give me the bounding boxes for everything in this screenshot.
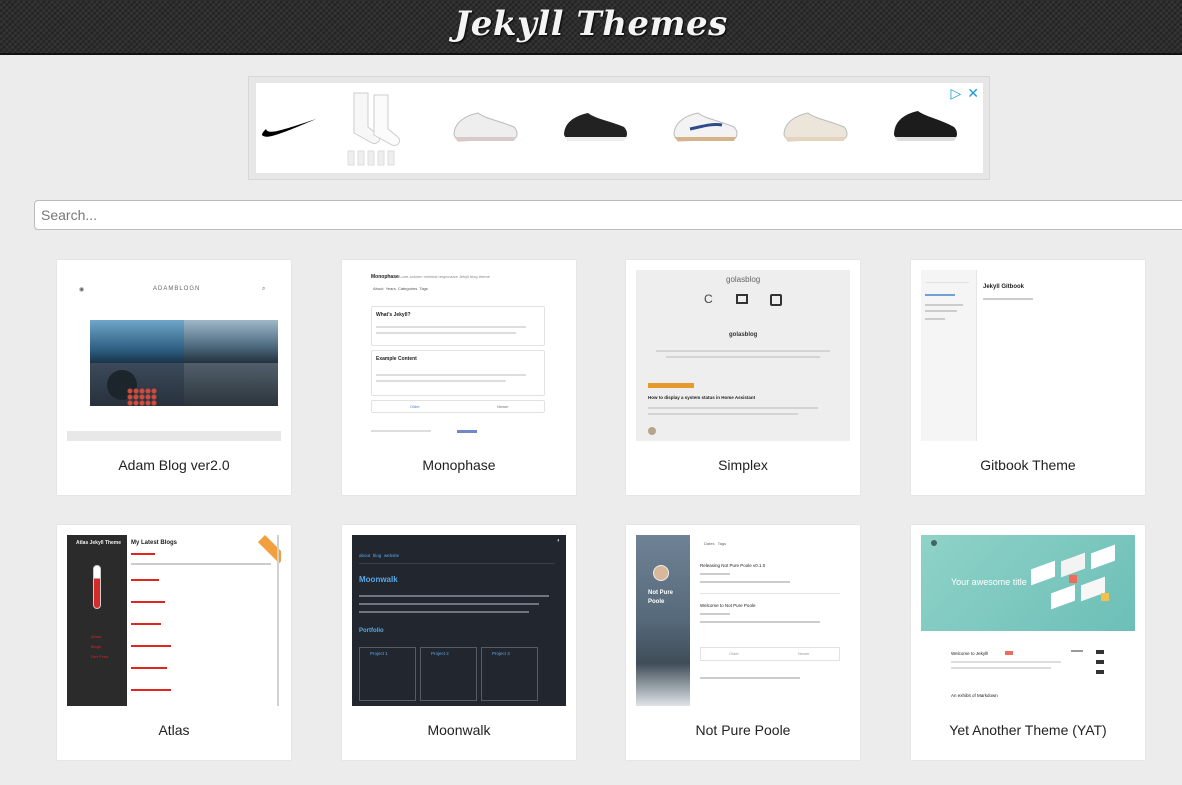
theme-card-adam-blog[interactable]: ◉ ADAMBLOGN ⌕ Adam Blog ver2.0 [57, 260, 291, 495]
theme-card-yat[interactable]: Your awesome title Welcome to Jekyll! An… [911, 525, 1145, 760]
theme-preview-image: golasblog C golasblog How to display a s… [636, 270, 850, 441]
theme-title[interactable]: Moonwalk [342, 722, 576, 738]
theme-title[interactable]: Gitbook Theme [911, 457, 1145, 473]
theme-title[interactable]: Yet Another Theme (YAT) [911, 722, 1145, 738]
theme-card-monophase[interactable]: Monophase A one-column minimal responsiv… [342, 260, 576, 495]
brand-logo-icon [262, 119, 316, 137]
ad-banner: ▷ ✕ [248, 76, 990, 180]
socks-product-image [347, 92, 401, 166]
theme-title[interactable]: Simplex [626, 457, 860, 473]
shoe-product-image [564, 113, 627, 141]
site-header: Jekyll Themes [0, 0, 1182, 55]
theme-preview-image: about blog website ◐ Moonwalk Portfolio … [352, 535, 566, 706]
theme-preview-image: Your awesome title Welcome to Jekyll! An… [921, 535, 1135, 706]
shoe-product-image [673, 112, 738, 142]
theme-card-gitbook[interactable]: Jekyll Gitbook Gitbook Theme [911, 260, 1145, 495]
theme-card-moonwalk[interactable]: about blog website ◐ Moonwalk Portfolio … [342, 525, 576, 760]
theme-card-simplex[interactable]: golasblog C golasblog How to display a s… [626, 260, 860, 495]
site-title[interactable]: Jekyll Themes [454, 4, 728, 44]
search-input[interactable] [34, 200, 1182, 230]
theme-title[interactable]: Monophase [342, 457, 576, 473]
theme-title[interactable]: Not Pure Poole [626, 722, 860, 738]
shoe-product-image [453, 112, 518, 142]
theme-preview-image: ◉ ADAMBLOGN ⌕ [67, 270, 281, 441]
shoe-product-image [894, 111, 957, 141]
close-icon[interactable]: ✕ [967, 85, 979, 101]
theme-title[interactable]: Atlas [57, 722, 291, 738]
theme-card-atlas[interactable]: Atlas Jekyll Theme About Blogs Dev Feed My… [57, 525, 291, 760]
theme-preview-image: Monophase A one-column minimal responsiv… [352, 270, 566, 441]
theme-preview-image: Jekyll Gitbook [921, 270, 1135, 441]
ad-content[interactable]: ▷ ✕ [256, 83, 983, 173]
theme-preview-image: Atlas Jekyll Theme About Blogs Dev Feed My… [67, 535, 281, 706]
theme-preview-image: Not Pure Poole Dates Tags Releasing Not … [636, 535, 850, 706]
theme-title[interactable]: Adam Blog ver2.0 [57, 457, 291, 473]
ad-choices-icon[interactable]: ▷ [950, 85, 961, 101]
shoe-product-image [783, 112, 848, 142]
theme-card-not-pure-poole[interactable]: Not Pure Poole Dates Tags Releasing Not … [626, 525, 860, 760]
